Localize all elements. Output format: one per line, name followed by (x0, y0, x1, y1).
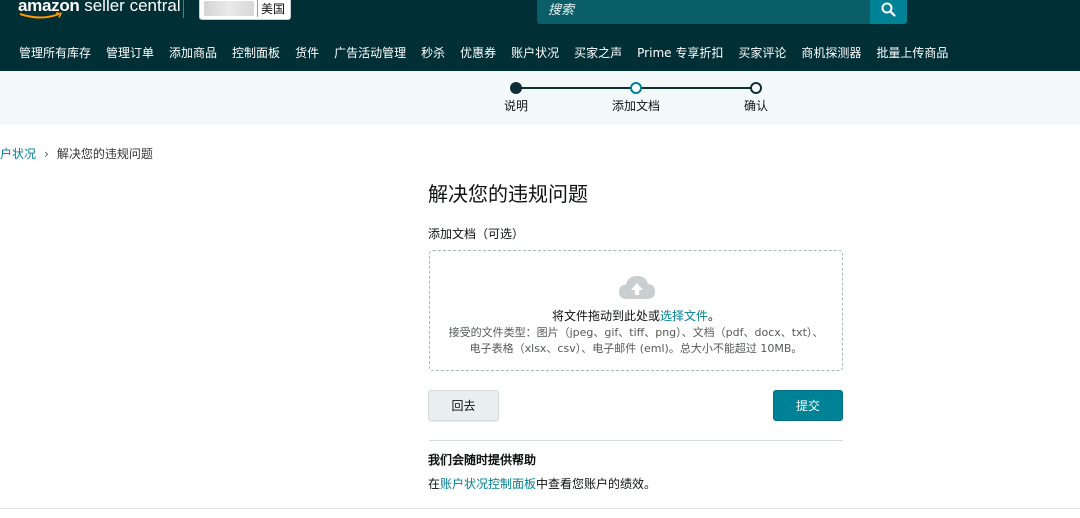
submit-button[interactable]: 提交 (773, 390, 843, 421)
search-input[interactable] (537, 0, 870, 24)
nav-item[interactable]: Prime 专享折扣 (637, 44, 723, 61)
choose-file-link[interactable]: 选择文件 (660, 309, 708, 323)
help-text: 在账户状况控制面板中查看您账户的绩效。 (428, 475, 656, 492)
search-box (537, 0, 870, 24)
step-label-3: 确认 (743, 99, 769, 113)
step-dot-3 (750, 82, 762, 94)
help-text-after: 中查看您账户的绩效。 (536, 477, 657, 491)
section-divider (429, 440, 843, 441)
step-connector (636, 87, 756, 89)
search-icon (881, 2, 896, 17)
logo-suffix: seller central (79, 0, 181, 15)
account-health-dashboard-link[interactable]: 账户状况控制面板 (440, 477, 536, 491)
breadcrumb-account-health[interactable]: 账户状况 (0, 147, 36, 161)
nav-item[interactable]: 买家评论 (738, 44, 786, 61)
upload-label: 添加文档（可选） (428, 227, 525, 241)
nav-item[interactable]: 秒杀 (421, 44, 445, 61)
store-name-blurred (204, 1, 254, 16)
breadcrumb: 账户状况 › 解决您的违规问题 (0, 145, 153, 162)
step-connector (516, 87, 636, 89)
nav-item[interactable]: 控制面板 (232, 44, 280, 61)
nav-item[interactable]: 广告活动管理 (334, 44, 406, 61)
drop-text-after: 。 (708, 309, 721, 323)
nav-item[interactable]: 货件 (295, 44, 319, 61)
back-button[interactable]: 回去 (428, 390, 499, 421)
top-bar: amazon seller central 美国 (0, 0, 1080, 33)
accepted-file-types: 接受的文件类型：图片（jpeg、gif、tiff、png）、文档（pdf、doc… (448, 326, 824, 355)
nav-list: 管理所有库存 管理订单 添加商品 控制面板 货件 广告活动管理 秒杀 优惠券 账户状况 买家之声 P… (19, 33, 963, 71)
cloud-upload-icon (619, 276, 655, 299)
drop-text-before: 将文件拖动到此处或 (551, 309, 660, 323)
marketplace-separator (257, 0, 258, 17)
marketplace-label: 美国 (261, 2, 286, 16)
page-title: 解决您的违规问题 (428, 182, 588, 206)
step-label-1: 说明 (503, 99, 529, 113)
step-dot-1 (510, 82, 522, 94)
marketplace-switcher[interactable]: 美国 (199, 0, 291, 20)
nav-item[interactable]: 买家之声 (574, 44, 622, 61)
nav-item[interactable]: 添加商品 (169, 44, 217, 61)
seller-central-logo[interactable]: amazon seller central (18, 0, 181, 19)
help-title: 我们会随时提供帮助 (428, 453, 537, 467)
drop-instructions: 将文件拖动到此处或选择文件。 (430, 307, 842, 324)
nav-item[interactable]: 优惠券 (460, 44, 496, 61)
nav-item[interactable]: 管理所有库存 (19, 44, 91, 61)
step-label-2: 添加文档 (611, 99, 661, 113)
step-dot-2 (630, 82, 642, 94)
help-text-before: 在 (428, 477, 441, 491)
progress-stepper: 说明 添加文档 确认 (0, 71, 1080, 125)
breadcrumb-current: 解决您的违规问题 (56, 147, 153, 161)
main-nav: 管理所有库存 管理订单 添加商品 控制面板 货件 广告活动管理 秒杀 优惠券 账户状况 买家之声 P… (0, 33, 1080, 71)
footer-divider (0, 508, 1080, 509)
nav-item[interactable]: 商机探测器 (801, 44, 861, 61)
amazon-smile-icon (19, 12, 63, 19)
nav-item[interactable]: 账户状况 (511, 44, 559, 61)
nav-item[interactable]: 批量上传商品 (876, 44, 948, 61)
nav-item[interactable]: 管理订单 (106, 44, 154, 61)
search-button[interactable] (870, 0, 907, 24)
chevron-right-icon: › (44, 147, 49, 161)
header-divider (183, 0, 184, 18)
file-dropzone[interactable]: 将文件拖动到此处或选择文件。 接受的文件类型：图片（jpeg、gif、tiff、… (429, 250, 843, 371)
